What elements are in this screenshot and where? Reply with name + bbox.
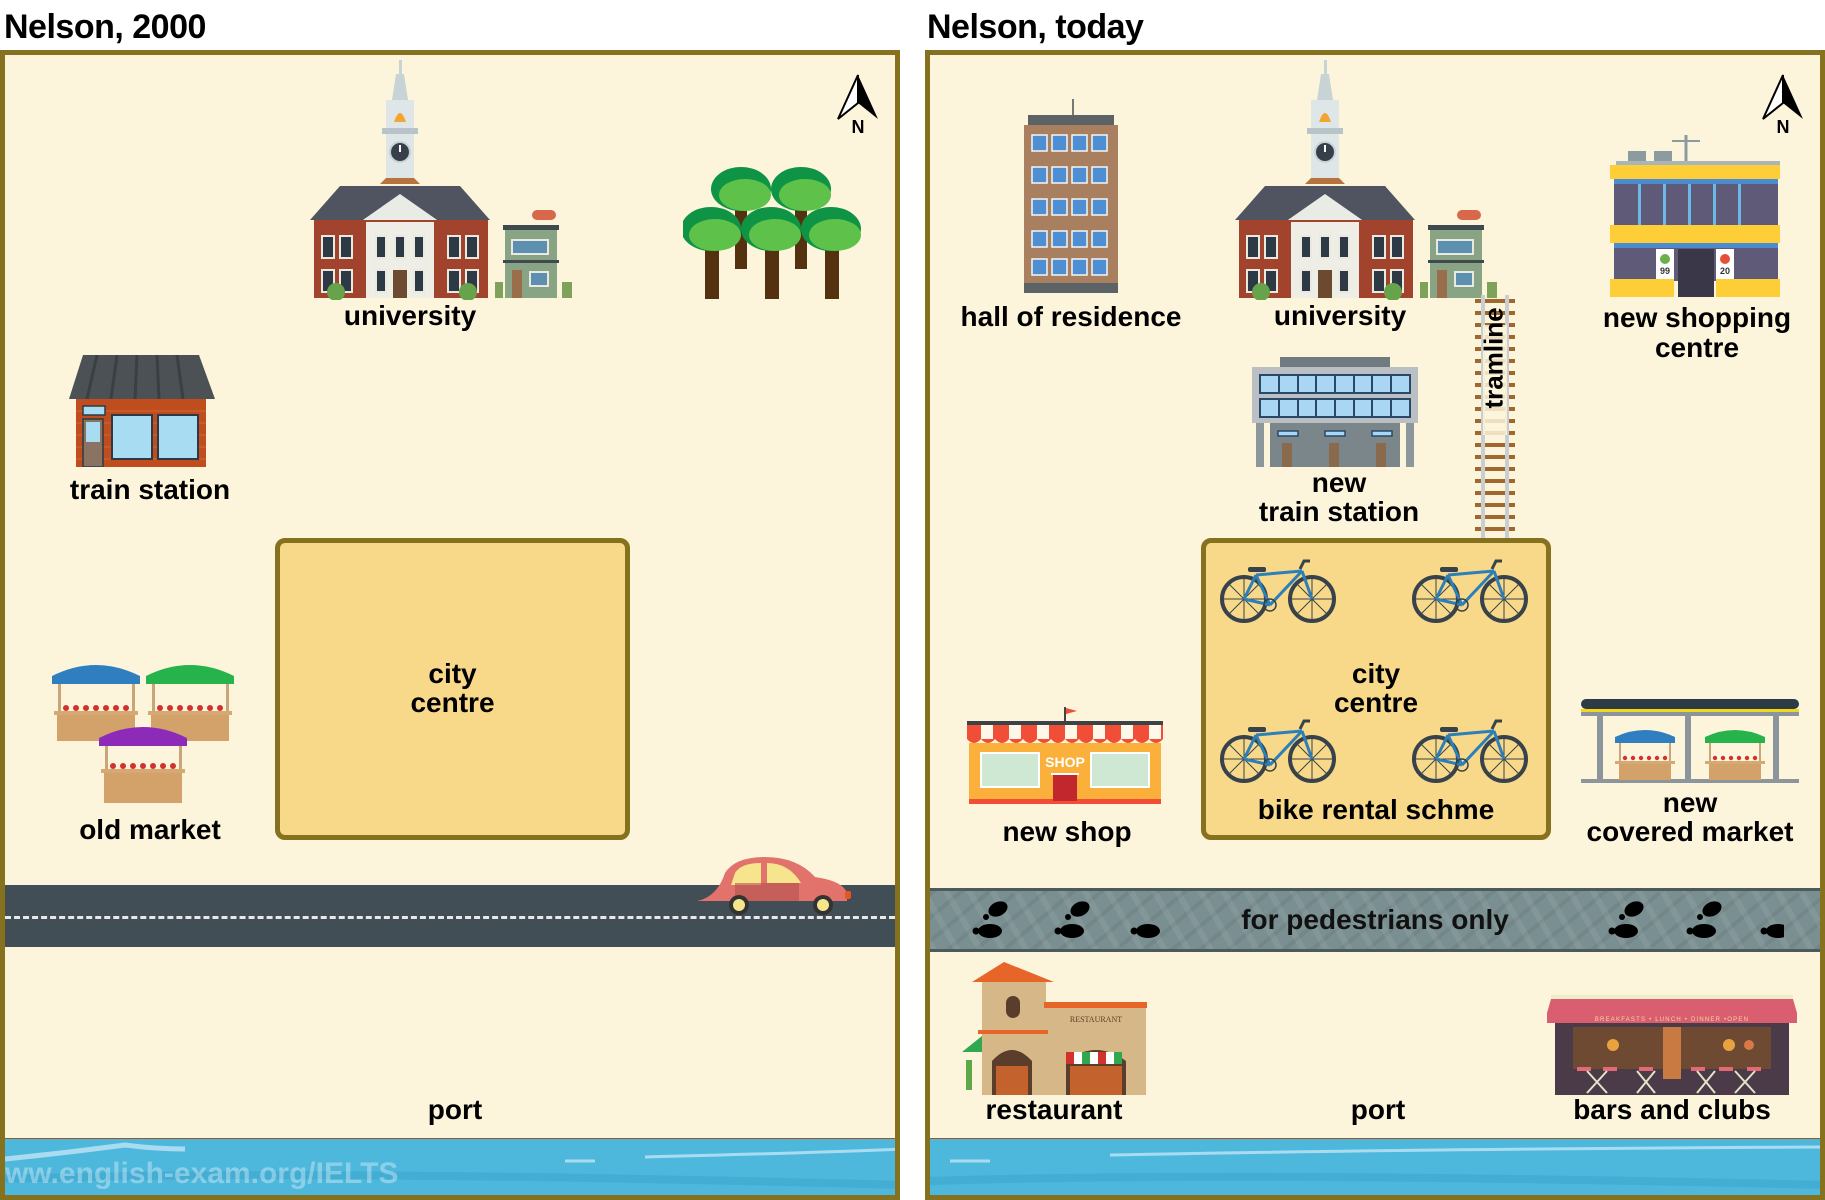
university-label: university	[1273, 300, 1407, 331]
bicycle-icon	[1218, 715, 1338, 785]
hall-of-residence-icon	[1020, 99, 1120, 299]
new-shopping-centre-label-line1: new shopping	[1602, 302, 1792, 333]
old-market-label: old market	[79, 814, 221, 845]
north-arrow-icon: N	[1758, 73, 1808, 135]
hall-of-residence-label: hall of residence	[960, 301, 1182, 332]
university-building-icon	[300, 60, 620, 300]
bicycle-icon	[1410, 555, 1530, 625]
new-shopping-centre-icon: 99 20	[1608, 133, 1784, 298]
city-centre-area: city centre bike rental schme	[1201, 538, 1551, 840]
tramline-label: tramline	[1478, 307, 1509, 409]
train-station-icon	[67, 355, 217, 467]
right-map-title: Nelson, today	[927, 8, 1144, 46]
footprints-icon	[1584, 897, 1784, 941]
new-shop-icon: SHOP	[965, 707, 1165, 807]
city-centre-label-line2: centre	[410, 687, 495, 718]
map-nelson-2000: N university train station city centre o…	[0, 50, 900, 1200]
pedestrian-zone: for pedestrians only	[930, 888, 1820, 952]
footprints-icon	[970, 897, 1170, 941]
new-covered-market-label-line2: covered market	[1586, 816, 1794, 847]
city-centre-label-line2: centre	[1333, 687, 1419, 718]
new-train-station-label-line1: new	[1311, 467, 1367, 498]
restaurant-label: restaurant	[985, 1094, 1123, 1125]
svg-text:RESTAURANT: RESTAURANT	[1070, 1015, 1122, 1024]
car-icon	[695, 855, 855, 917]
bars-and-clubs-icon: BREAKFASTS • LUNCH • DINNER •OPEN	[1547, 995, 1797, 1095]
svg-text:N: N	[852, 117, 865, 135]
watermark-text: ww.english-exam.org/IELTS	[5, 1157, 399, 1190]
bike-rental-scheme-label: bike rental schme	[1257, 794, 1495, 825]
bars-and-clubs-label: bars and clubs	[1573, 1094, 1771, 1125]
old-market-stalls-icon	[52, 658, 242, 803]
bicycle-icon	[1410, 715, 1530, 785]
north-arrow-icon: N	[833, 73, 883, 135]
sea: ww.english-exam.org/IELTS	[5, 1139, 895, 1195]
restaurant-icon: RESTAURANT	[962, 960, 1147, 1095]
port-label: port	[427, 1094, 483, 1125]
city-centre-area: city centre	[275, 538, 630, 840]
new-shop-label: new shop	[1002, 816, 1132, 847]
bicycle-icon	[1218, 555, 1338, 625]
svg-text:99: 99	[1660, 266, 1670, 276]
trees-icon	[683, 159, 873, 299]
new-covered-market-icon	[1581, 697, 1799, 783]
university-building-icon	[1225, 60, 1545, 300]
city-centre-label-line1: city	[1351, 658, 1401, 689]
svg-text:BREAKFASTS • LUNCH • DINNER •O: BREAKFASTS • LUNCH • DINNER •OPEN	[1595, 1017, 1749, 1023]
svg-text:SHOP: SHOP	[1045, 754, 1085, 770]
pedestrian-zone-label: for pedestrians only	[1241, 904, 1509, 935]
map-nelson-today: N hall of residence university tramline …	[925, 50, 1825, 1200]
new-shopping-centre-label-line2: centre	[1654, 332, 1740, 363]
new-covered-market-label-line1: new	[1662, 787, 1718, 818]
svg-text:20: 20	[1720, 266, 1730, 276]
sea	[930, 1139, 1820, 1195]
train-station-label: train station	[69, 474, 231, 505]
left-map-title: Nelson, 2000	[4, 8, 206, 46]
port-label: port	[1350, 1094, 1406, 1125]
city-centre-label-line1: city	[428, 658, 477, 689]
university-label: university	[343, 300, 477, 331]
new-train-station-label-line2: train station	[1258, 496, 1420, 527]
new-train-station-icon	[1252, 357, 1422, 467]
